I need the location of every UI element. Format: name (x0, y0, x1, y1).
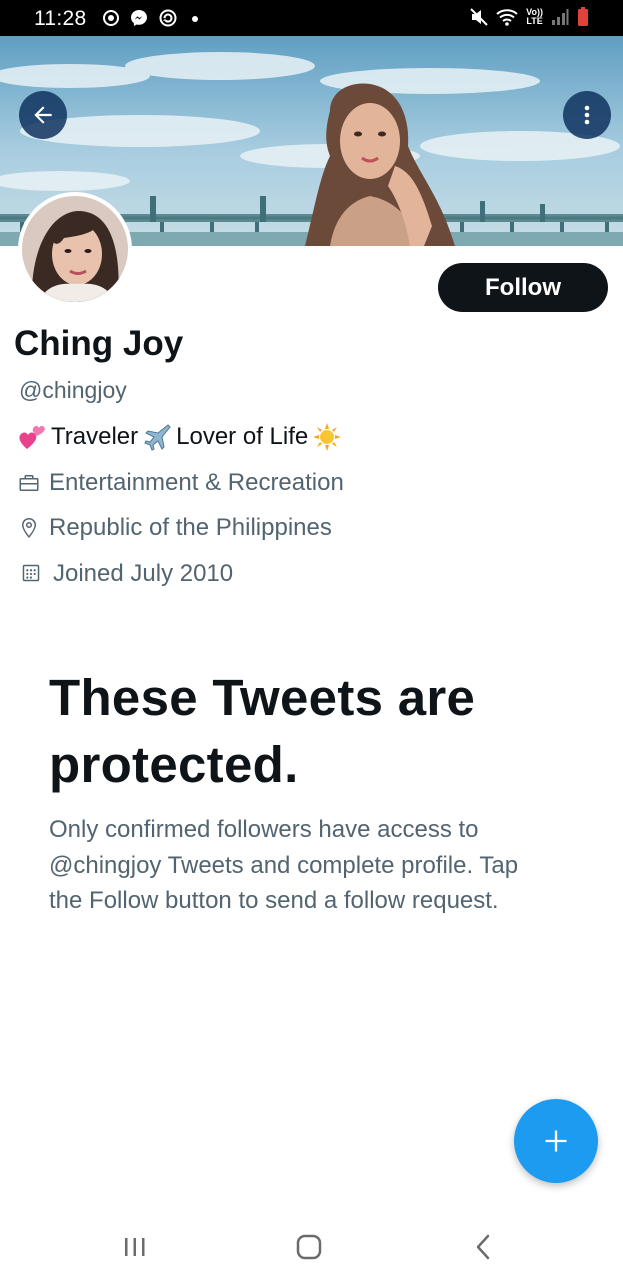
status-bar: 11:28 Vo)) LTE (0, 0, 623, 36)
plus-icon (545, 1130, 567, 1152)
profile-location: Republic of the Philippines (17, 514, 332, 542)
location-text: Republic of the Philippines (49, 514, 332, 541)
avatar-image (22, 196, 128, 302)
airplane-emoji (142, 422, 172, 452)
avatar[interactable] (18, 192, 132, 306)
battery-icon (577, 7, 589, 27)
camera-notification-icon (102, 9, 120, 27)
two-hearts-emoji (17, 422, 47, 452)
compose-button[interactable] (514, 1099, 598, 1183)
status-icons-left (102, 8, 203, 28)
calendar-icon (20, 562, 44, 586)
protected-title: These Tweets are protected. (49, 669, 476, 793)
status-time: 11:28 (34, 7, 87, 30)
display-name: Ching Joy (14, 324, 184, 363)
protected-body: Only confirmed followers have access to … (49, 816, 519, 914)
home-button[interactable] (289, 1227, 329, 1267)
volte-icon: Vo)) LTE (526, 7, 543, 26)
recents-button[interactable] (115, 1227, 155, 1267)
signal-icon (551, 8, 569, 26)
follow-button[interactable]: Follow (438, 263, 608, 312)
home-icon (296, 1234, 322, 1260)
status-icons-right: Vo)) LTE (470, 7, 589, 27)
bio: Traveler Lover of Life (17, 422, 346, 452)
arrow-left-icon (34, 106, 52, 124)
back-button[interactable] (19, 91, 67, 139)
recents-icon (125, 1238, 145, 1256)
sync-icon (158, 8, 178, 28)
joined-text: Joined July 2010 (53, 560, 234, 587)
mute-icon (470, 7, 488, 27)
system-nav-bar (0, 1205, 623, 1280)
wifi-icon (496, 7, 518, 27)
sun-emoji (312, 422, 342, 452)
category-text: Entertainment & Recreation (49, 469, 344, 496)
system-back-button[interactable] (464, 1227, 504, 1267)
profile-category: Entertainment & Recreation (17, 469, 344, 497)
more-vertical-icon (584, 105, 590, 125)
network-label: LTE (526, 16, 543, 26)
location-pin-icon (17, 516, 41, 540)
more-options-button[interactable] (563, 91, 611, 139)
handle: @chingjoy (19, 377, 127, 403)
dot-icon (187, 8, 203, 28)
briefcase-icon (17, 471, 41, 495)
messenger-icon (129, 8, 149, 28)
back-icon (476, 1234, 490, 1260)
bio-part1: Traveler (51, 423, 139, 450)
bio-part2: Lover of Life (176, 423, 309, 450)
profile-joined-date: Joined July 2010 (17, 560, 233, 588)
